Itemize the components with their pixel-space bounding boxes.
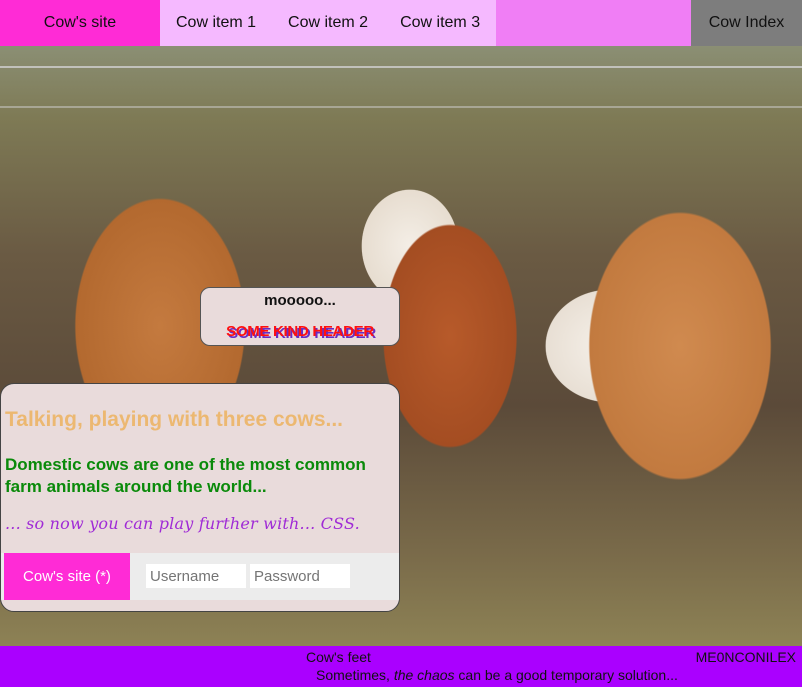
panel-description: Domestic cows are one of the most common… xyxy=(5,455,366,496)
fence-wire xyxy=(0,106,802,108)
moo-header: SOME KIND HEADER xyxy=(226,323,374,340)
panel-note: ... so now you can play further with... … xyxy=(5,514,360,533)
password-input[interactable] xyxy=(250,564,350,588)
quote-start: Sometimes, xyxy=(316,667,394,683)
quote-end: can be a good temporary solution... xyxy=(454,667,678,683)
username-input[interactable] xyxy=(146,564,246,588)
nav-home-link[interactable]: Cow's site xyxy=(0,0,160,46)
nav-cow-item-1[interactable]: Cow item 1 xyxy=(160,0,272,46)
footer-left-text: Cow's feet xyxy=(306,649,371,665)
nav-cow-item-3[interactable]: Cow item 3 xyxy=(384,0,496,46)
nav-cow-item-2[interactable]: Cow item 2 xyxy=(272,0,384,46)
footer-brand: ME0NCONILEX xyxy=(695,649,796,665)
cows-site-button[interactable]: Cow's site (*) xyxy=(4,553,130,600)
moo-box: mooooo... SOME KIND HEADER xyxy=(200,287,400,346)
info-panel: Talking, playing with three cows... Dome… xyxy=(0,383,400,612)
quote-emphasis: the chaos xyxy=(393,667,455,683)
nav-items: Cow item 1 Cow item 2 Cow item 3 xyxy=(160,0,497,46)
footer-quote: Sometimes, the chaos can be a good tempo… xyxy=(316,667,678,683)
footer: Cow's feet ME0NCONILEX Sometimes, the ch… xyxy=(0,646,802,687)
panel-title: Talking, playing with three cows... xyxy=(5,408,343,431)
top-nav: Cow's site Cow item 1 Cow item 2 Cow ite… xyxy=(0,0,802,46)
moo-text: mooooo... xyxy=(264,292,336,309)
nav-cow-index[interactable]: Cow Index xyxy=(691,0,802,46)
login-bar: Cow's site (*) xyxy=(1,553,399,600)
fence-wire xyxy=(0,66,802,68)
